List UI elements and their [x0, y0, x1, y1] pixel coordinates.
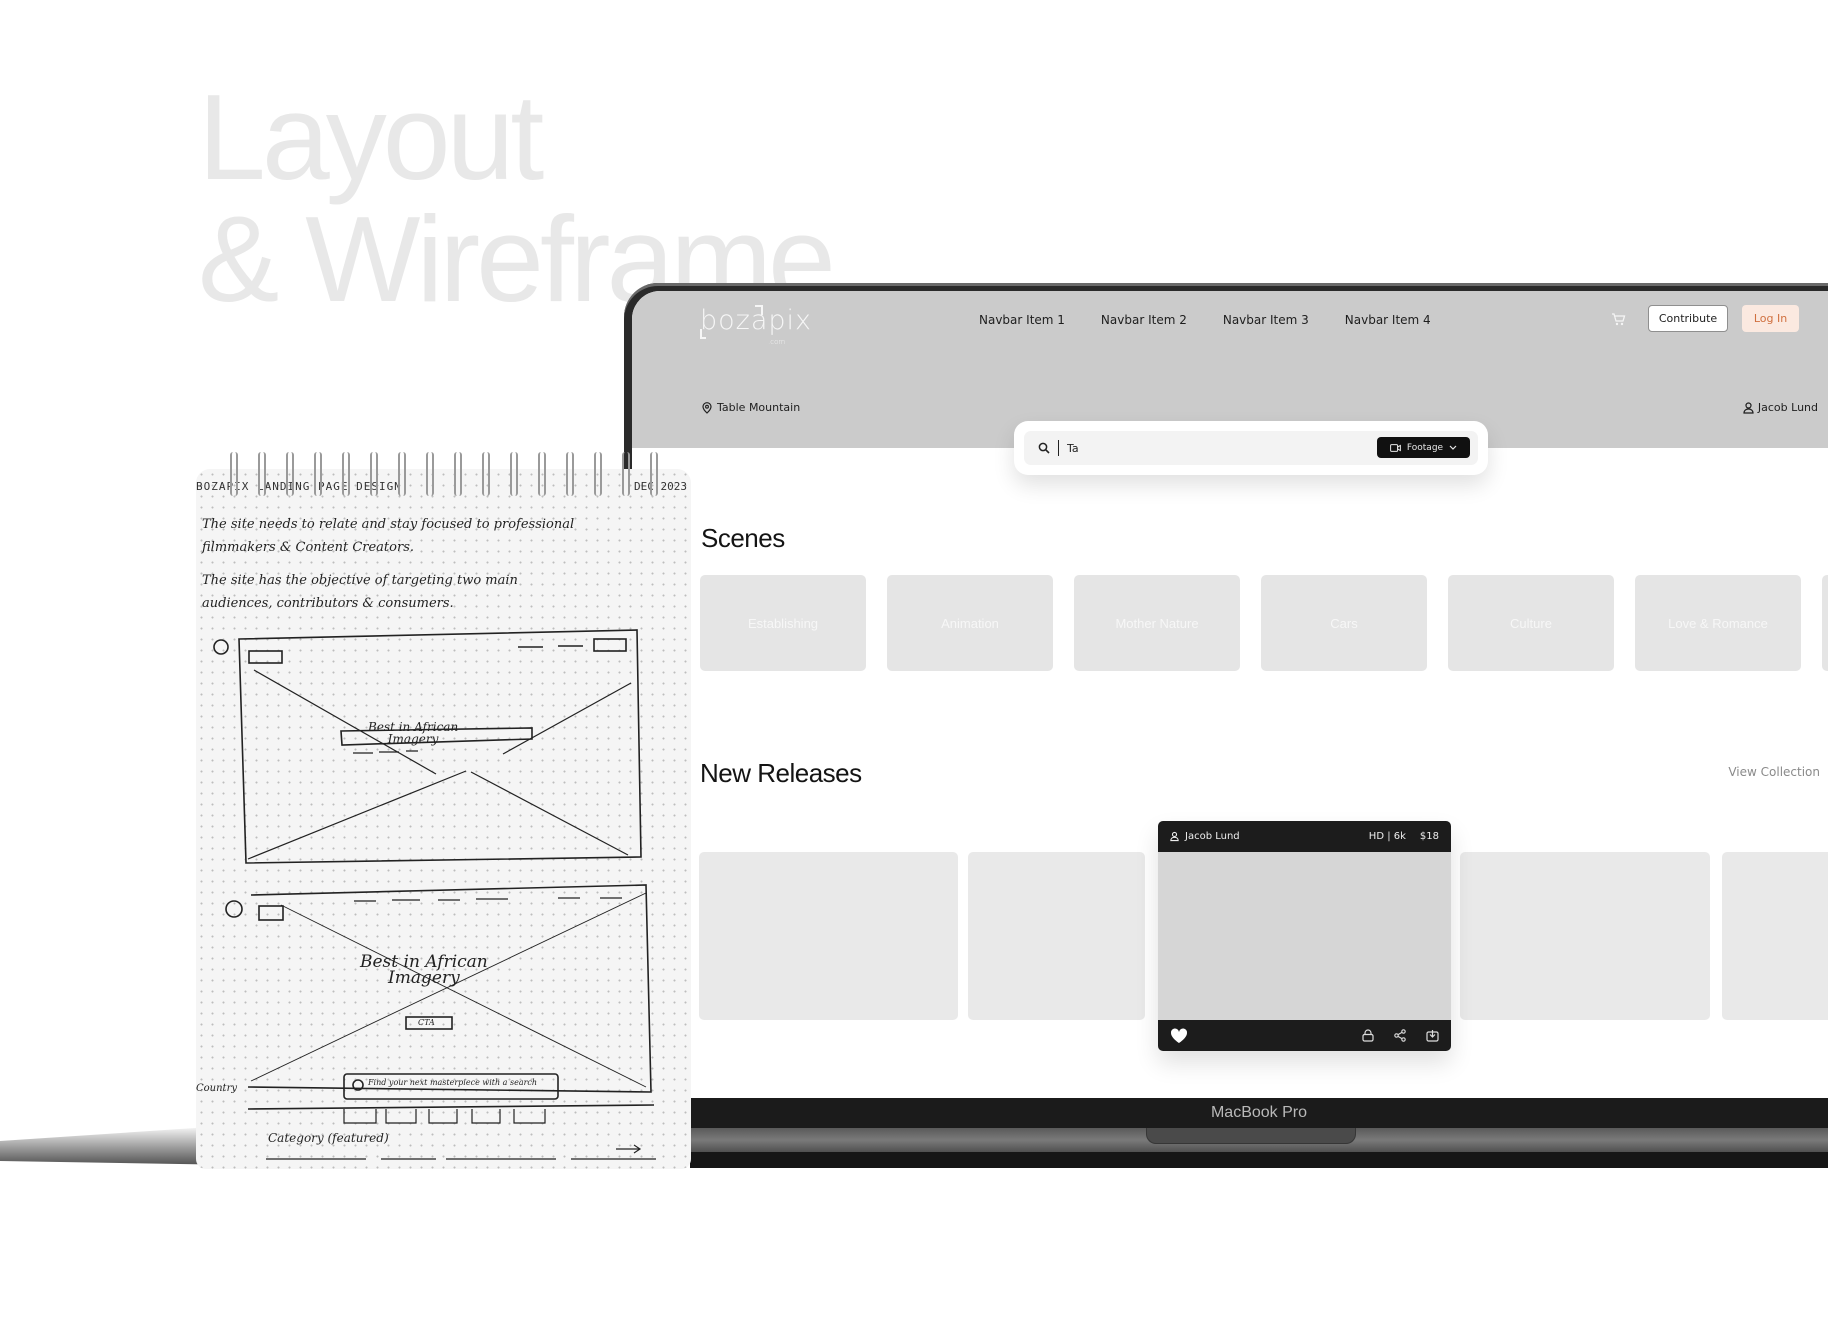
scenes-title: Scenes	[701, 523, 785, 553]
scene-card[interactable]: Culture	[1448, 575, 1614, 671]
sketch2-logo-box	[258, 905, 284, 921]
scene-card[interactable]: Cars	[1261, 575, 1427, 671]
sketch2-marker	[225, 900, 243, 918]
laptop-screen: bozapix .com Navbar Item 1 Navbar Item 2…	[632, 291, 1828, 1099]
release-card[interactable]	[1722, 852, 1828, 1020]
spiral-ring	[426, 452, 434, 496]
featured-author-name: Jacob Lund	[1185, 831, 1240, 842]
download-icon[interactable]	[1426, 1029, 1439, 1042]
user-profile[interactable]: Jacob Lund	[1743, 401, 1818, 414]
video-icon	[1390, 443, 1401, 452]
sketch1-marker	[213, 639, 229, 655]
spiral-ring	[454, 452, 462, 496]
laptop-label: MacBook Pro	[690, 1098, 1828, 1128]
spiral-ring	[398, 452, 406, 496]
search-bar: Footage	[1014, 421, 1488, 475]
site-logo[interactable]: bozapix .com	[700, 305, 812, 346]
spiral-ring	[594, 452, 602, 496]
nav-item-2[interactable]: Navbar Item 2	[1101, 313, 1187, 327]
spiral-ring	[258, 452, 266, 496]
nav-item-3[interactable]: Navbar Item 3	[1223, 313, 1309, 327]
laptop-notch	[1146, 1128, 1356, 1144]
site-header: bozapix .com Navbar Item 1 Navbar Item 2…	[632, 291, 1828, 475]
spiral-ring	[314, 452, 322, 496]
sketch1-nav-lines	[518, 645, 583, 648]
main-nav: Navbar Item 1 Navbar Item 2 Navbar Item …	[979, 313, 1431, 327]
scene-card[interactable]: Mother Nature	[1074, 575, 1240, 671]
user-name: Jacob Lund	[1757, 401, 1818, 414]
logo-bracket-icon	[700, 329, 706, 339]
cart-icon[interactable]	[1610, 311, 1626, 327]
logo-bracket-icon	[755, 305, 763, 315]
release-card[interactable]	[699, 852, 958, 1020]
sketch1-frame	[238, 629, 642, 864]
spiral-ring	[566, 452, 574, 496]
spiral-ring	[510, 452, 518, 496]
location-selector[interactable]: Table Mountain	[701, 401, 800, 414]
sketch1-logo-box	[248, 650, 283, 664]
spiral-ring	[622, 452, 630, 496]
sketch2-headline: Best in African Imagery	[360, 952, 488, 988]
search-icon	[1038, 442, 1050, 454]
laptop-base: MacBook Pro	[690, 1098, 1828, 1168]
text-cursor	[1058, 440, 1059, 456]
spiral-ring	[342, 452, 350, 496]
sketch-notebook: BOZAPIX LANDING PAGE DESIGN DEC 2023 The…	[196, 469, 691, 1169]
nav-item-1[interactable]: Navbar Item 1	[979, 313, 1065, 327]
release-card[interactable]	[1460, 852, 1710, 1020]
notebook-spiral	[196, 452, 691, 497]
spiral-ring	[230, 452, 238, 496]
scene-card[interactable]: Love & Romance	[1635, 575, 1801, 671]
scene-card[interactable]: Animation	[887, 575, 1053, 671]
location-pin-icon	[702, 401, 712, 414]
hero-title-line-1: Layout	[198, 69, 544, 205]
featured-card-header: Jacob Lund HD | 6k $18	[1158, 821, 1451, 852]
spiral-ring	[482, 452, 490, 496]
sketch2-search-text: Find your next masterpiece with a search	[368, 1078, 538, 1087]
sketch2-cta: CTA	[418, 1018, 435, 1027]
nav-item-4[interactable]: Navbar Item 4	[1345, 313, 1431, 327]
release-card[interactable]	[968, 852, 1145, 1020]
chevron-down-icon	[1449, 445, 1457, 450]
sketch2-category-label: Category (featured)	[268, 1131, 389, 1145]
spiral-ring	[286, 452, 294, 496]
spiral-ring	[650, 452, 658, 496]
contribute-button[interactable]: Contribute	[1648, 305, 1728, 332]
spiral-ring	[538, 452, 546, 496]
sketch2-side-label: Country	[196, 1083, 238, 1094]
sketch1-headline: Best in African Imagery	[368, 720, 459, 746]
featured-author[interactable]: Jacob Lund	[1170, 831, 1369, 842]
view-collection-link[interactable]: View Collection	[1728, 765, 1820, 779]
wireframe-sketches	[213, 629, 656, 1160]
scene-card[interactable]: Establishing	[700, 575, 866, 671]
scene-card-partial[interactable]	[1822, 575, 1828, 671]
featured-release-card[interactable]: Jacob Lund HD | 6k $18	[1158, 821, 1451, 1051]
lock-icon[interactable]	[1362, 1029, 1374, 1042]
heart-icon[interactable]	[1170, 1027, 1188, 1044]
featured-card-actions	[1158, 1020, 1451, 1051]
spiral-ring	[370, 452, 378, 496]
login-button[interactable]: Log In	[1742, 305, 1799, 332]
location-label: Table Mountain	[717, 401, 801, 414]
sketch1-button-box	[593, 638, 627, 652]
new-releases-title: New Releases	[700, 758, 862, 788]
featured-price: $18	[1419, 831, 1439, 842]
logo-suffix: .com	[768, 338, 786, 346]
media-type-label: Footage	[1406, 442, 1444, 453]
share-icon[interactable]	[1394, 1029, 1406, 1042]
featured-quality: HD | 6k	[1368, 831, 1406, 842]
laptop-foot	[690, 1152, 1828, 1168]
user-icon	[1743, 401, 1754, 414]
media-type-dropdown[interactable]: Footage	[1377, 437, 1470, 458]
sketch2-frame	[247, 884, 652, 1093]
search-box: Footage	[1024, 431, 1478, 465]
user-icon	[1170, 831, 1179, 842]
